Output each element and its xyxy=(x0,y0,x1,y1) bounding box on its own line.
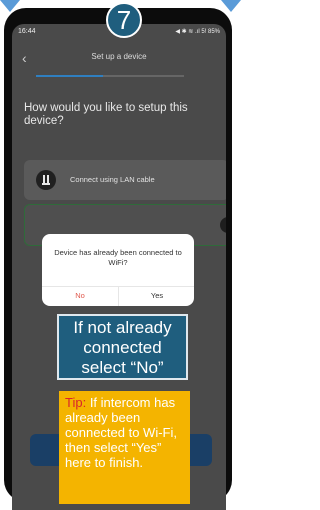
instruction-callout: If not already connected select “No” xyxy=(57,314,188,380)
dialog-message: Device has already been connected to WiF… xyxy=(54,248,182,267)
confirm-dialog: Device has already been connected to WiF… xyxy=(42,234,194,306)
setup-progress-bar xyxy=(36,75,184,77)
nav-bar: ‹ Set up a device xyxy=(12,48,226,72)
setup-question: How would you like to setup this device? xyxy=(24,102,188,127)
wifi-icon xyxy=(220,217,226,233)
status-time: 16:44 xyxy=(18,28,36,35)
lan-option-label: Connect using LAN cable xyxy=(70,175,155,184)
setup-progress-fill xyxy=(36,75,103,77)
right-arrow-icon xyxy=(221,0,241,12)
status-icons: ◀ ✱ ≋ .ıl 5! 85% xyxy=(175,29,220,35)
tip-box: Tip: If intercom has already been connec… xyxy=(59,391,190,504)
lan-icon xyxy=(36,170,56,190)
lan-option-card[interactable]: Connect using LAN cable xyxy=(24,160,226,200)
yes-button[interactable]: Yes xyxy=(119,286,194,306)
no-button[interactable]: No xyxy=(42,286,118,306)
step-number-badge: 7 xyxy=(106,2,142,38)
tip-label: Tip: xyxy=(65,395,87,410)
page-title: Set up a device xyxy=(91,52,147,61)
